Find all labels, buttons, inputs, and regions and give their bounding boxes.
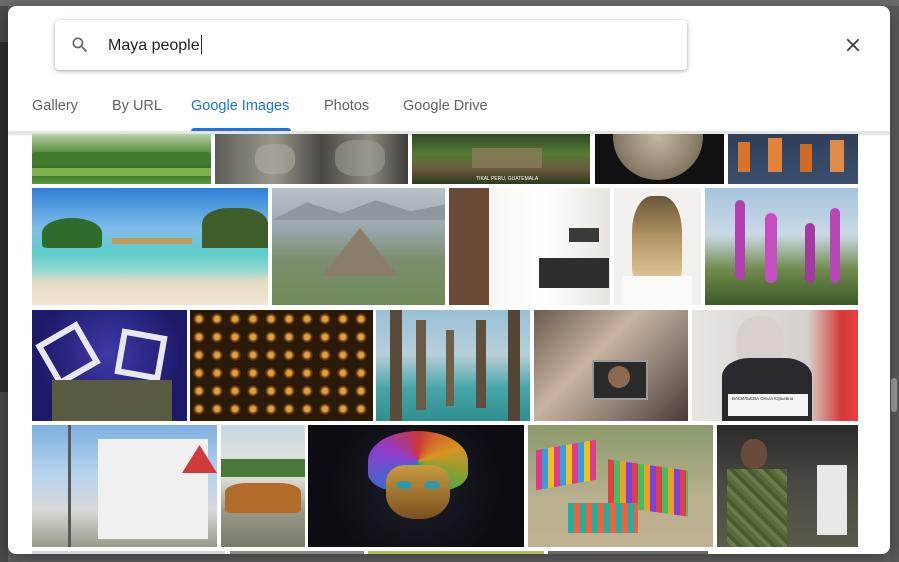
result-image[interactable] [548, 551, 708, 554]
tab-by-url[interactable]: By URL [112, 98, 162, 128]
image-detail [390, 310, 402, 421]
search-query: Maya people [108, 37, 200, 54]
result-image[interactable] [728, 134, 858, 184]
image-detail [632, 196, 682, 286]
image-detail [416, 320, 426, 410]
result-image[interactable] [534, 310, 688, 421]
image-detail [386, 465, 450, 519]
result-image[interactable] [32, 551, 225, 554]
image-detail [221, 459, 305, 477]
image-detail [508, 310, 520, 421]
backdrop-strip [0, 42, 8, 392]
image-detail [32, 168, 211, 176]
image-detail [272, 200, 445, 220]
image-detail [446, 330, 454, 406]
result-image[interactable] [32, 188, 268, 305]
result-image[interactable]: TIKAL PERU, GUATEMALA [412, 134, 590, 184]
image-detail [727, 469, 787, 547]
page-scrollbar-thumb[interactable] [891, 378, 897, 412]
image-detail [35, 321, 101, 387]
image-detail [32, 152, 211, 162]
result-image[interactable] [32, 310, 187, 421]
image-detail [735, 200, 745, 280]
image-detail [622, 276, 692, 305]
image-detail [613, 134, 703, 180]
result-image[interactable] [595, 134, 724, 184]
image-detail [322, 228, 398, 276]
image-detail [335, 140, 385, 176]
image-detail [472, 148, 542, 168]
tab-photos[interactable]: Photos [324, 98, 369, 128]
image-detail [765, 213, 777, 283]
image-detail [42, 218, 102, 248]
result-image[interactable] [308, 425, 524, 547]
result-image[interactable] [272, 188, 445, 305]
image-detail [568, 503, 638, 533]
text-caret [200, 35, 202, 54]
result-image[interactable] [368, 551, 544, 554]
backdrop-left [0, 6, 8, 562]
image-detail [114, 328, 168, 382]
image-detail [225, 483, 301, 513]
image-detail [424, 481, 440, 489]
image-detail [536, 439, 596, 491]
image-detail [569, 228, 599, 242]
image-detail [449, 188, 489, 305]
close-icon[interactable] [842, 34, 864, 56]
image-detail [52, 380, 172, 421]
image-detail [830, 140, 844, 172]
result-image[interactable] [449, 188, 610, 305]
image-detail [830, 208, 840, 283]
source-tabs: Gallery By URL Google Images Photos Goog… [8, 88, 890, 132]
image-caption-text: TIKAL PERU, GUATEMALA [476, 176, 539, 182]
result-image[interactable] [32, 425, 217, 547]
image-detail [202, 208, 268, 248]
image-detail [800, 144, 812, 172]
result-image[interactable] [190, 310, 373, 421]
image-detail [68, 425, 71, 547]
image-detail [738, 142, 750, 172]
result-image[interactable] [32, 134, 211, 184]
image-detail [255, 144, 295, 174]
search-box[interactable]: Maya people [55, 20, 687, 70]
result-image[interactable] [221, 425, 305, 547]
result-image[interactable] [376, 310, 530, 421]
image-detail [396, 481, 412, 489]
image-detail [741, 439, 767, 469]
image-results-grid: TIKAL PERU, GUATEMALA ВАСИЛЬЕВА Ольга Юр… [8, 134, 890, 554]
image-picker-dialog: Maya people Gallery By URL Google Images… [8, 6, 890, 554]
image-detail [112, 238, 192, 244]
tab-google-drive[interactable]: Google Drive [403, 98, 488, 128]
result-image[interactable] [614, 188, 701, 305]
result-image[interactable] [215, 134, 408, 184]
result-image[interactable] [528, 425, 713, 547]
result-image[interactable] [230, 551, 364, 554]
tab-google-images[interactable]: Google Images [191, 98, 289, 128]
result-image[interactable] [717, 425, 858, 547]
image-detail [768, 138, 782, 172]
image-detail [805, 223, 815, 283]
image-detail [817, 465, 847, 535]
search-icon[interactable] [70, 35, 90, 55]
search-input[interactable]: Maya people [108, 35, 202, 56]
image-detail [476, 320, 486, 408]
image-detail [608, 366, 630, 388]
result-image[interactable] [705, 188, 858, 305]
tab-gallery[interactable]: Gallery [32, 98, 78, 128]
image-detail [98, 439, 208, 539]
image-detail [539, 258, 609, 288]
nameplate-text: ВАСИЛЬЕВА Ольга Юрьевна [732, 396, 794, 401]
page-scrollbar[interactable] [890, 6, 899, 562]
result-image[interactable]: ВАСИЛЬЕВА Ольга Юрьевна [692, 310, 858, 421]
